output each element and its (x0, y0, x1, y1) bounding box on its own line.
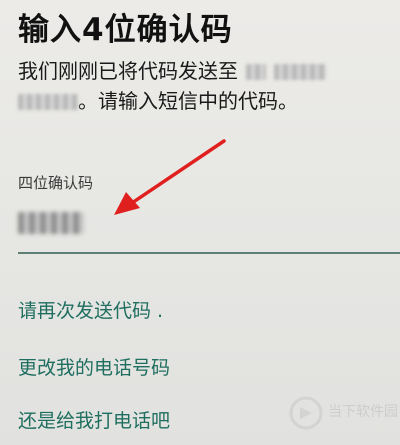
watermark-text: 当下软件园 (328, 404, 398, 420)
code-input-underline[interactable] (18, 252, 400, 254)
call-me-link[interactable]: 还是给我打电话吧 (18, 406, 170, 433)
code-field-label: 四位确认码 (18, 174, 94, 192)
redacted-phone-part (274, 64, 326, 80)
watermark: 当下软件园 (288, 395, 398, 435)
redacted-phone-part-2 (18, 94, 78, 110)
redacted-country-code (246, 64, 266, 80)
code-input-value-redacted[interactable] (18, 212, 84, 234)
logo-icon (289, 396, 323, 430)
resend-code-link[interactable]: 请再次发送代码 . (18, 296, 163, 323)
description-part2: 。请输入短信中的代码。 (78, 89, 298, 113)
change-phone-number-link[interactable]: 更改我的电话号码 (18, 353, 170, 380)
description-text: 我们刚刚已将代码发送至。请输入短信中的代码。 (18, 56, 388, 116)
confirmation-screen: 输入4位确认码 我们刚刚已将代码发送至。请输入短信中的代码。 四位确认码 请再次… (0, 0, 400, 445)
description-part1: 我们刚刚已将代码发送至 (18, 59, 238, 83)
page-title: 输入4位确认码 (18, 12, 233, 48)
